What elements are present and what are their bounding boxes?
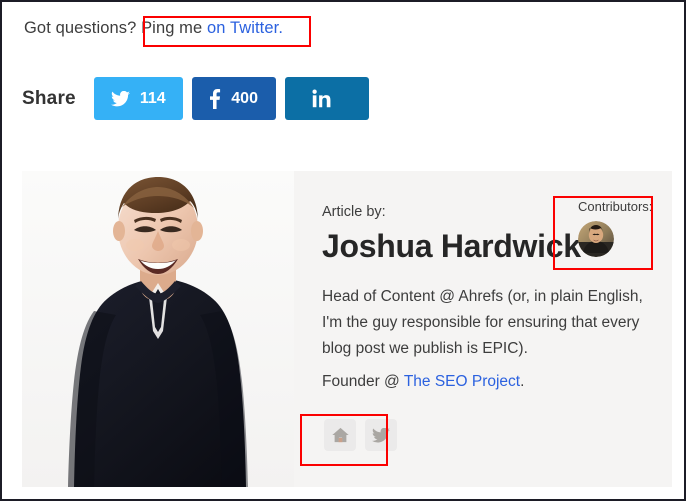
founder-suffix: . (520, 373, 525, 390)
founder-prefix: Founder @ (322, 373, 404, 390)
author-social-links (324, 419, 397, 451)
on-twitter-link[interactable]: on Twitter. (207, 19, 283, 37)
facebook-share-count: 400 (231, 89, 258, 107)
author-founder-line: Founder @ The SEO Project. (322, 373, 524, 391)
linkedin-icon (312, 89, 331, 108)
author-card: Article by: Joshua Hardwick Head of Cont… (22, 171, 672, 487)
author-details: Article by: Joshua Hardwick Head of Cont… (302, 171, 672, 487)
got-questions-text: Got questions? (24, 19, 142, 37)
contributor-avatar[interactable] (578, 221, 614, 257)
twitter-icon (372, 427, 390, 443)
twitter-icon (110, 90, 130, 107)
contributors-block: Contributors: (578, 199, 672, 257)
author-photo (22, 171, 294, 487)
twitter-share-count: 114 (139, 89, 166, 107)
screenshot-frame: Got questions? Ping me on Twitter. Share… (0, 0, 686, 501)
author-name: Joshua Hardwick (322, 228, 581, 264)
share-twitter-button[interactable]: 114 (93, 77, 183, 120)
share-linkedin-button[interactable] (284, 77, 369, 120)
the-seo-project-link[interactable]: The SEO Project (404, 373, 520, 390)
got-questions-line: Got questions? Ping me on Twitter. (24, 19, 283, 38)
author-twitter-link[interactable] (365, 419, 397, 451)
ping-me-text: Ping me (141, 19, 207, 37)
share-facebook-button[interactable]: 400 (191, 77, 276, 120)
home-icon (331, 427, 349, 443)
share-label: Share (22, 87, 76, 109)
contributors-label: Contributors: (578, 199, 653, 214)
article-by-label: Article by: (322, 204, 386, 220)
share-row: Share 114 400 (22, 77, 378, 120)
author-website-link[interactable] (324, 419, 356, 451)
facebook-icon (209, 88, 221, 109)
author-bio: Head of Content @ Ahrefs (or, in plain E… (322, 288, 643, 357)
